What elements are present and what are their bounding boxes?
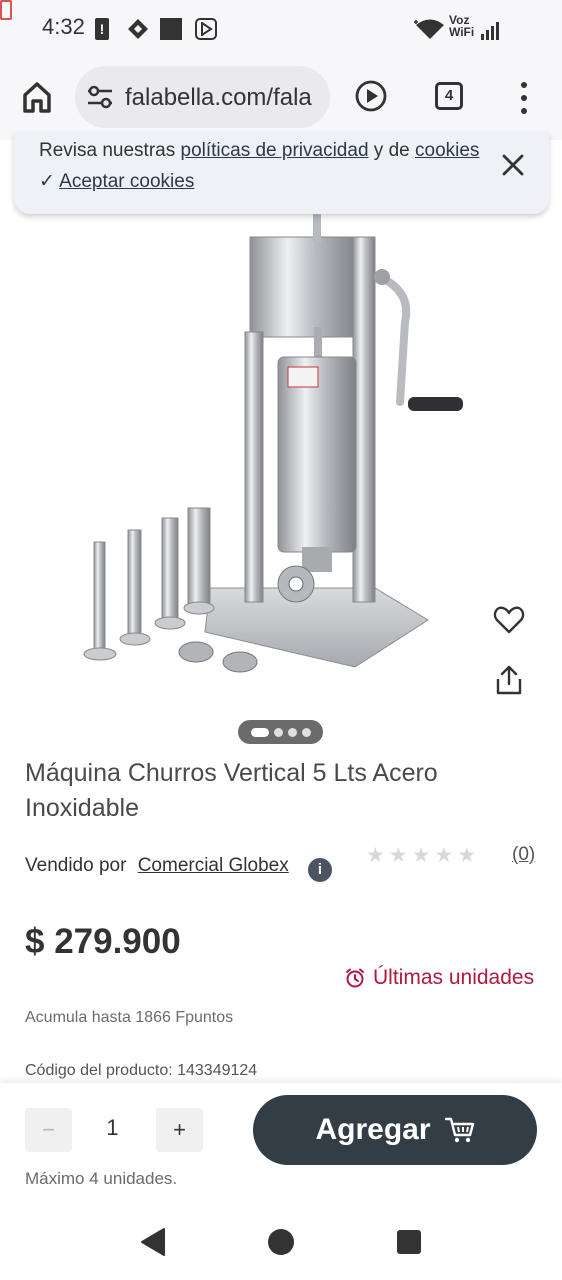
url-bar[interactable]: falabella.com/fala	[75, 66, 330, 128]
wifi-icon	[414, 18, 446, 40]
stock-alert-text: Últimas unidades	[373, 966, 535, 989]
status-bar: 4:32 ! Voz WiFi	[0, 0, 562, 58]
star-icon: ★	[388, 844, 408, 867]
add-button-label: Agregar	[315, 1113, 431, 1146]
voz-wifi-label: Voz WiFi	[449, 13, 475, 39]
star-icon: ★	[434, 844, 454, 867]
points-text: Acumula hasta 1866 Fpuntos	[25, 1009, 234, 1026]
carousel-dot-4[interactable]	[301, 727, 311, 737]
max-quantity-text: Máximo 4 unidades.	[25, 1169, 178, 1188]
recents-icon[interactable]	[397, 1230, 421, 1254]
star-icon: ★	[411, 844, 431, 867]
product-image[interactable]	[70, 212, 470, 674]
carousel-dot-3[interactable]	[287, 727, 297, 737]
product-code: Código del producto: 143349124	[25, 1062, 258, 1079]
seller-link[interactable]: Comercial Globex	[138, 855, 289, 876]
signal-icon	[480, 18, 500, 40]
carousel-dot-1[interactable]	[250, 727, 269, 737]
quantity-decrease-button[interactable]: −	[25, 1108, 72, 1152]
close-icon[interactable]	[500, 152, 526, 178]
add-to-cart-button[interactable]: Agregar	[253, 1095, 537, 1165]
cookies-link[interactable]: cookies	[415, 140, 479, 161]
add-to-cart-bar: − 1 + Máximo 4 unidades. Agregar	[0, 1083, 562, 1205]
privacy-policy-link[interactable]: políticas de privacidad	[181, 140, 369, 161]
sold-by-label: Vendido por	[25, 855, 127, 876]
heart-icon[interactable]	[493, 604, 525, 636]
home-icon[interactable]	[18, 78, 56, 116]
quantity-increase-button[interactable]: +	[156, 1108, 203, 1152]
stock-alert: Últimas unidades	[345, 966, 534, 990]
product-price: $ 279.900	[25, 922, 181, 961]
rating-stars[interactable]: ★ ★ ★ ★ ★	[366, 843, 476, 868]
carousel-dot-2[interactable]	[273, 727, 283, 737]
accept-cookies-button[interactable]: ✓ Aceptar cookies	[39, 170, 194, 193]
status-time: 4:32	[42, 14, 85, 39]
accept-cookies-label[interactable]: Aceptar cookies	[59, 171, 194, 192]
assistant-icon	[127, 18, 149, 40]
home-circle-icon[interactable]	[268, 1229, 294, 1255]
carousel-indicator[interactable]	[238, 720, 323, 744]
browser-toolbar: falabella.com/fala 4	[0, 58, 562, 140]
review-count-link[interactable]: (0)	[512, 844, 535, 866]
check-icon: ✓	[39, 171, 55, 192]
clock-icon	[346, 968, 364, 988]
tune-icon[interactable]	[87, 85, 113, 109]
play-store-icon	[195, 18, 217, 40]
cart-icon	[444, 1117, 474, 1143]
more-vert-icon[interactable]	[516, 82, 532, 114]
share-icon[interactable]	[494, 664, 524, 696]
cookie-text: Revisa nuestras políticas de privacidad …	[39, 140, 480, 161]
system-nav-bar	[0, 1205, 562, 1280]
seller-row: Vendido por Comercial Globex	[25, 855, 289, 877]
cookie-banner: Revisa nuestras políticas de privacidad …	[14, 132, 549, 214]
info-icon[interactable]: i	[308, 858, 332, 882]
back-icon[interactable]	[140, 1227, 166, 1257]
play-circle-icon[interactable]	[355, 80, 387, 112]
alert-icon: !	[95, 18, 109, 40]
battery-icon	[0, 0, 12, 20]
star-icon: ★	[366, 844, 385, 867]
square-icon	[160, 18, 182, 40]
product-title: Máquina Churros Vertical 5 Lts Acero Ino…	[25, 759, 438, 822]
quantity-value[interactable]: 1	[90, 1115, 135, 1141]
star-icon: ★	[457, 844, 477, 867]
tabs-icon[interactable]: 4	[435, 82, 463, 110]
url-text[interactable]: falabella.com/fala	[125, 84, 312, 112]
